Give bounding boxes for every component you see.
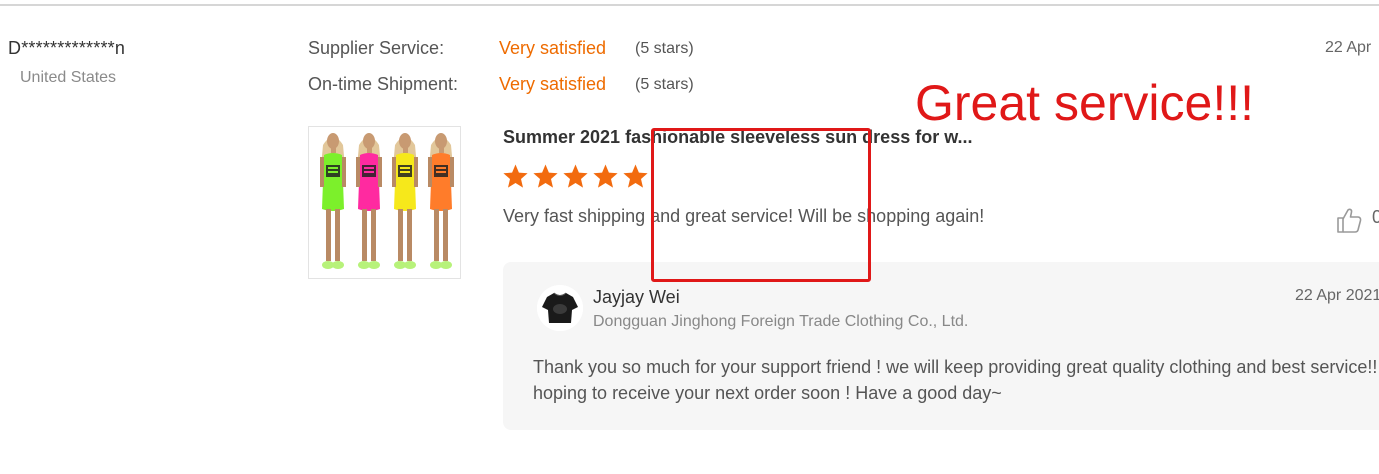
supplier-company: Dongguan Jinghong Foreign Trade Clothing… <box>593 313 969 330</box>
rating-label: Supplier Service: <box>308 38 445 58</box>
star-icon <box>623 164 648 188</box>
star-icon <box>503 164 528 188</box>
supplier-avatar <box>537 285 583 331</box>
rating-label: On-time Shipment: <box>308 74 459 94</box>
review-date: 22 Apr <box>1325 39 1372 56</box>
product-star-rating <box>502 163 649 190</box>
star-icon <box>563 164 588 188</box>
rating-stars-text: (5 stars) <box>635 76 694 93</box>
supplier-name: Jayjay Wei <box>593 287 680 307</box>
supplier-reply: Jayjay Wei Dongguan Jinghong Foreign Tra… <box>503 262 1379 430</box>
product-image <box>320 133 454 269</box>
rating-value: Very satisfied <box>499 74 607 94</box>
annotation-text: Great service!!! <box>915 75 1254 131</box>
annotation-highlight-box <box>651 128 871 282</box>
rating-value: Very satisfied <box>499 38 607 58</box>
like-count: 0 <box>1372 207 1379 227</box>
star-icon <box>593 164 618 188</box>
reply-date: 22 Apr 2021 <box>1295 287 1379 304</box>
like-button[interactable] <box>1335 206 1363 234</box>
product-thumbnail[interactable] <box>308 126 461 279</box>
rating-stars-text: (5 stars) <box>635 40 694 57</box>
top-divider <box>0 4 1379 6</box>
reply-text: Thank you so much for your support frien… <box>533 357 1378 403</box>
buyer-name: D*************n <box>8 38 126 58</box>
thumbs-up-icon <box>1337 208 1362 233</box>
star-icon <box>533 164 558 188</box>
buyer-country: United States <box>20 69 117 86</box>
